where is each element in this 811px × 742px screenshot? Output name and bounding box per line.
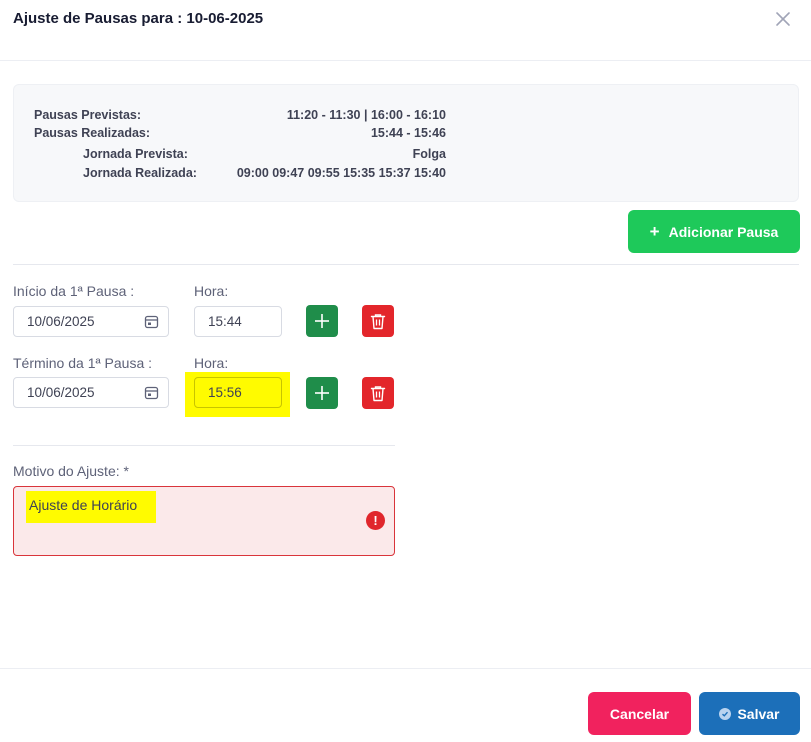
pausas-previstas-label: Pausas Previstas: [34,108,142,122]
calendar-icon[interactable] [144,385,159,400]
pause-start-label: Início da 1ª Pausa : [13,283,135,299]
pausas-realizadas-value: 15:44 - 15:46 [370,126,446,140]
plus-icon [315,314,329,328]
add-start-time-button[interactable] [306,305,338,337]
cancel-button[interactable]: Cancelar [588,692,691,735]
pause-end-label: Término da 1ª Pausa : [13,355,153,371]
plus-icon: + [649,222,660,241]
add-end-time-button[interactable] [306,377,338,409]
delete-start-time-button[interactable] [362,305,394,337]
check-icon [719,707,732,720]
reason-value: Ajuste de Horário [29,497,138,513]
add-pause-button[interactable]: + Adicionar Pausa [628,210,800,253]
jornada-realizada-row: Jornada Realizada: 09:00 09:47 09:55 15:… [34,166,446,184]
jornada-prevista-value: Folga [412,147,446,161]
pause-start-hour-value: 15:44 [208,314,242,329]
plus-icon [315,386,329,400]
calendar-icon[interactable] [144,314,159,329]
reason-label: Motivo do Ajuste: * [13,463,129,479]
pause-start-hour-input[interactable]: 15:44 [194,306,282,337]
modal-title: Ajuste de Pausas para : 10-06-2025 [13,10,264,27]
pause-start-date-input[interactable]: 10/06/2025 [13,306,169,337]
reason-divider [13,445,395,446]
pausas-realizadas-row: Pausas Realizadas: 15:44 - 15:46 [34,126,446,144]
pause-end-hour-value: 15:56 [208,385,242,400]
footer-divider [0,668,811,669]
trash-icon [370,385,386,401]
pause-start-date-value: 10/06/2025 [27,314,95,329]
delete-end-time-button[interactable] [362,377,394,409]
save-label: Salvar [737,705,780,722]
close-icon[interactable] [774,10,792,28]
jornada-prevista-row: Jornada Prevista: Folga [34,147,446,165]
pause-end-date-input[interactable]: 10/06/2025 [13,377,169,408]
pause-end-date-value: 10/06/2025 [27,385,95,400]
pause-summary-box: Pausas Previstas: 11:20 - 11:30 | 16:00 … [13,84,799,202]
pausas-previstas-row: Pausas Previstas: 11:20 - 11:30 | 16:00 … [34,108,446,126]
add-pause-label: Adicionar Pausa [668,223,779,240]
pause-end-hour-input[interactable]: 15:56 [194,377,282,408]
jornada-prevista-label: Jornada Prevista: [83,147,188,161]
save-button[interactable]: Salvar [699,692,800,735]
pausas-realizadas-label: Pausas Realizadas: [34,126,151,140]
trash-icon [370,313,386,329]
pause-end-hour-label: Hora: [194,355,229,371]
pausas-previstas-value: 11:20 - 11:30 | 16:00 - 16:10 [286,108,446,122]
jornada-realizada-label: Jornada Realizada: [83,166,197,180]
modal-header: Ajuste de Pausas para : 10-06-2025 [0,0,811,61]
error-icon: ! [366,511,385,530]
section-divider [13,264,799,265]
reason-textarea[interactable]: Ajuste de Horário ! [13,486,395,556]
jornada-realizada-value: 09:00 09:47 09:55 15:35 15:37 15:40 [236,166,446,180]
pause-start-hour-label: Hora: [194,283,229,299]
